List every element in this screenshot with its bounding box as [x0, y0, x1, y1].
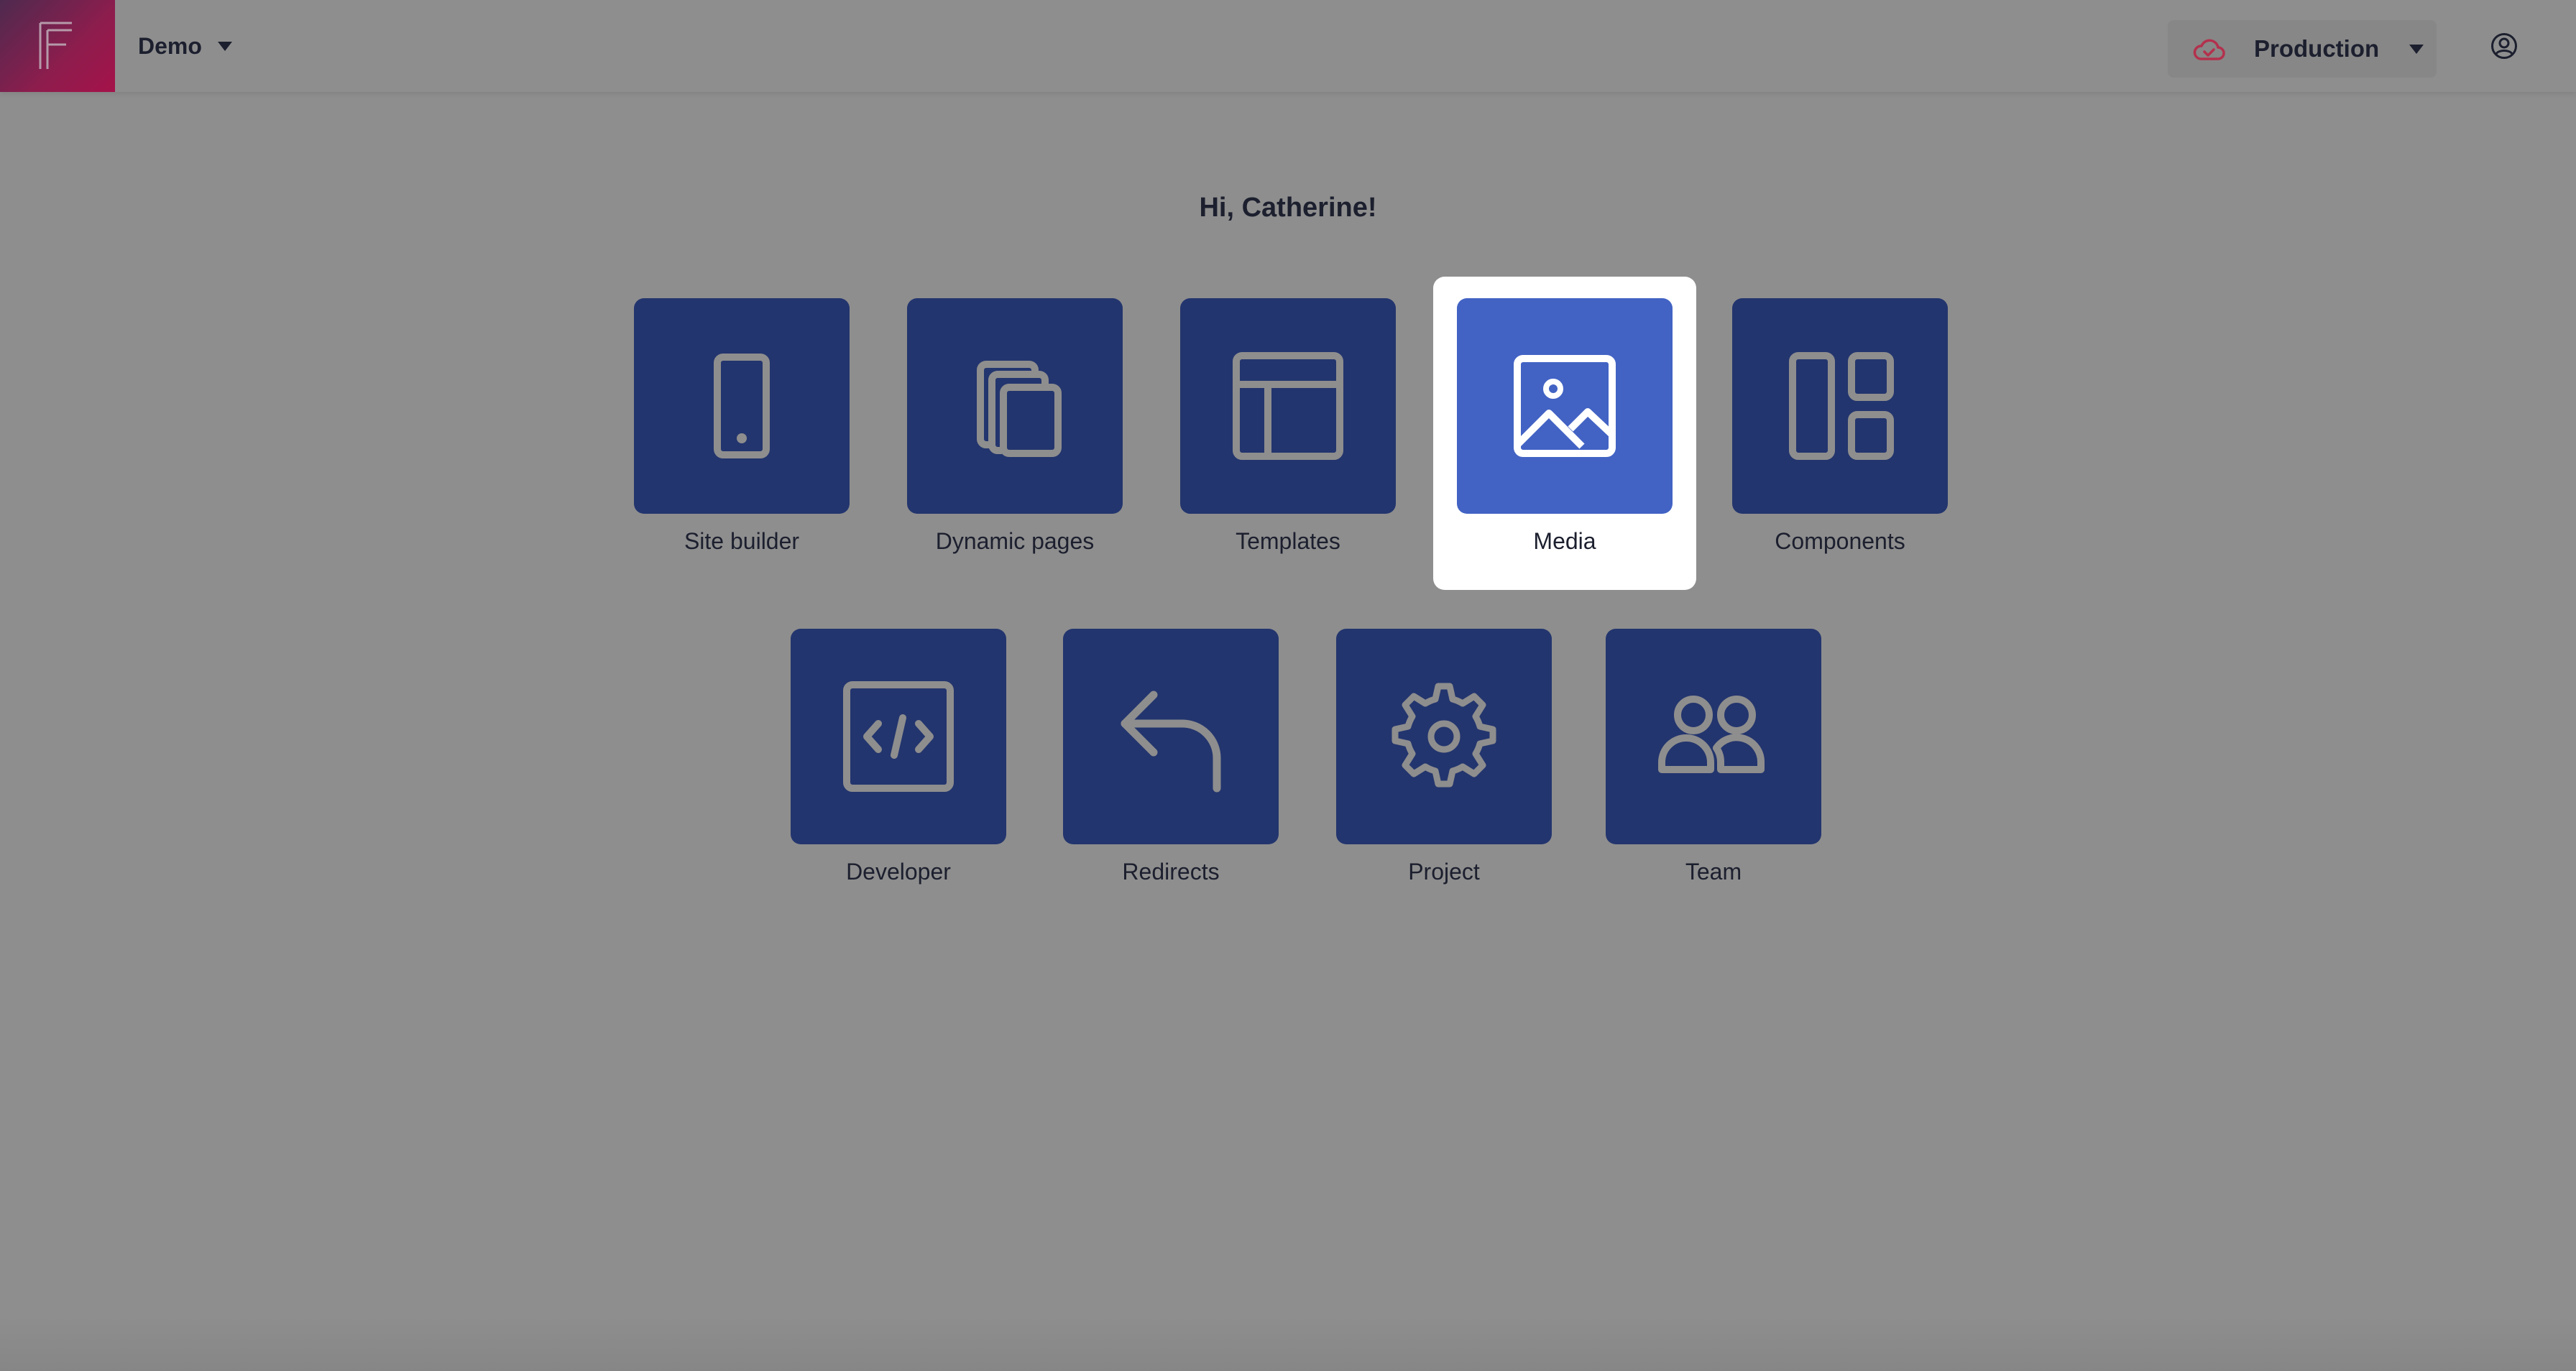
- greeting-heading: Hi, Catherine!: [1199, 193, 1377, 223]
- tile-team[interactable]: Team: [1582, 607, 1845, 920]
- chevron-down-icon: [2409, 45, 2424, 54]
- layout-template-icon: [1233, 352, 1343, 460]
- tablet-icon: [714, 354, 770, 458]
- tile-label: Dynamic pages: [935, 528, 1095, 554]
- gear-icon: [1392, 683, 1496, 788]
- tile-icon-box: [634, 298, 850, 514]
- tile-icon-box: [1063, 629, 1279, 844]
- tile-icon-box: [1336, 629, 1552, 844]
- tile-components[interactable]: Components: [1708, 277, 1972, 590]
- tile-icon-box: [791, 629, 1006, 844]
- stacked-pages-icon: [977, 361, 1062, 457]
- tile-templates[interactable]: Templates: [1156, 277, 1420, 590]
- account-button[interactable]: [2488, 30, 2520, 62]
- tile-label: Media: [1533, 528, 1596, 554]
- components-icon: [1789, 352, 1894, 460]
- bottom-fade: [0, 1315, 2576, 1371]
- redirect-arrow-icon: [1121, 691, 1221, 793]
- tile-label: Components: [1775, 528, 1905, 554]
- tile-dynamic-pages[interactable]: Dynamic pages: [883, 277, 1146, 590]
- tile-media[interactable]: Media: [1433, 277, 1696, 590]
- tile-icon-box: [1180, 298, 1396, 514]
- tile-icon-box: [1732, 298, 1948, 514]
- team-icon: [1658, 696, 1765, 773]
- tile-label: Redirects: [1122, 859, 1220, 885]
- tile-icon-box: [1606, 629, 1821, 844]
- project-switcher[interactable]: Demo: [138, 27, 232, 65]
- app-logo[interactable]: [0, 0, 115, 92]
- tile-label: Developer: [846, 859, 951, 885]
- tile-label: Team: [1685, 859, 1742, 885]
- app-header: Demo Production: [0, 0, 2576, 92]
- environment-select[interactable]: Production: [2168, 20, 2437, 78]
- tile-site-builder[interactable]: Site builder: [610, 277, 873, 590]
- user-circle-icon: [2491, 33, 2517, 59]
- tile-icon-box: [907, 298, 1123, 514]
- logo-icon: [39, 22, 72, 69]
- environment-label: Production: [2254, 35, 2380, 62]
- cloud-icon: [2193, 39, 2225, 60]
- tile-project[interactable]: Project: [1312, 607, 1576, 920]
- chevron-down-icon: [217, 41, 232, 51]
- tile-redirects[interactable]: Redirects: [1039, 607, 1302, 920]
- tile-label: Project: [1408, 859, 1480, 885]
- tile-developer[interactable]: Developer: [767, 607, 1030, 920]
- code-icon: [843, 681, 954, 792]
- tile-icon-box: [1457, 298, 1673, 514]
- tile-label: Templates: [1236, 528, 1340, 554]
- project-name: Demo: [138, 32, 202, 59]
- tile-label: Site builder: [684, 528, 800, 554]
- image-icon: [1514, 355, 1616, 457]
